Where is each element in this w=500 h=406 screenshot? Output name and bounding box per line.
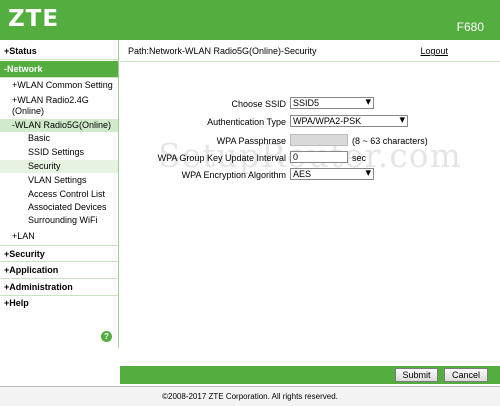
group-key-interval-input[interactable]: 0	[290, 151, 348, 163]
nav-administration[interactable]: +Administration	[0, 279, 118, 296]
passphrase-label: WPA Passphrase	[216, 136, 286, 146]
encryption-select[interactable]: AES	[290, 168, 374, 180]
auth-type-select[interactable]: WPA/WPA2-PSK	[290, 115, 408, 127]
cancel-button[interactable]: Cancel	[444, 368, 488, 382]
nav-security-sub[interactable]: Security	[0, 160, 118, 173]
nav-security[interactable]: +Security	[0, 245, 118, 262]
nav-associated-devices[interactable]: Associated Devices	[0, 201, 118, 214]
device-model: F680	[456, 20, 484, 34]
choose-ssid-label: Choose SSID	[231, 99, 286, 109]
header-bar: ZTE F680	[0, 0, 500, 40]
submit-button[interactable]: Submit	[395, 368, 438, 382]
encryption-value: AES	[293, 169, 312, 179]
nav-lan[interactable]: +LAN	[0, 231, 118, 242]
group-key-interval-value: 0	[293, 152, 299, 162]
help-icon[interactable]: ?	[101, 331, 112, 342]
passphrase-input[interactable]	[290, 134, 348, 146]
path-bar: Path:Network-WLAN Radio5G(Online)-Securi…	[120, 40, 500, 62]
nav-vlan-settings[interactable]: VLAN Settings	[0, 174, 118, 187]
breadcrumb: Path:Network-WLAN Radio5G(Online)-Securi…	[128, 46, 317, 56]
nav-basic[interactable]: Basic	[0, 132, 118, 145]
action-bar: Submit Cancel	[120, 366, 500, 384]
nav-help[interactable]: +Help	[0, 295, 118, 312]
nav-wlan-common-setting[interactable]: +WLAN Common Setting	[0, 80, 118, 91]
group-key-interval-label: WPA Group Key Update Interval	[157, 153, 286, 163]
nav-wlan-radio-24g[interactable]: +WLAN Radio2.4G (Online)	[0, 95, 116, 117]
zte-logo: ZTE	[8, 6, 60, 32]
group-key-unit: sec	[352, 153, 367, 163]
nav-access-control-list[interactable]: Access Control List	[0, 188, 118, 201]
copyright-footer: ©2008-2017 ZTE Corporation. All rights r…	[0, 386, 500, 406]
auth-type-label: Authentication Type	[207, 117, 286, 127]
nav-application[interactable]: +Application	[0, 262, 118, 279]
encryption-label: WPA Encryption Algorithm	[181, 170, 286, 180]
nav-wlan-radio-5g[interactable]: -WLAN Radio5G(Online)	[0, 119, 118, 132]
nav-ssid-settings[interactable]: SSID Settings	[0, 146, 118, 159]
nav-surrounding-wifi[interactable]: Surrounding WiFi	[0, 214, 118, 227]
nav-status[interactable]: +Status	[0, 43, 118, 60]
choose-ssid-select[interactable]: SSID5	[290, 97, 374, 109]
nav-network[interactable]: -Network	[0, 61, 118, 78]
logout-link[interactable]: Logout	[420, 46, 448, 56]
passphrase-hint: (8 ~ 63 characters)	[352, 136, 428, 146]
choose-ssid-value: SSID5	[293, 98, 320, 108]
sidebar: +Status -Network +WLAN Common Setting +W…	[0, 40, 119, 348]
auth-type-value: WPA/WPA2-PSK	[293, 116, 362, 126]
